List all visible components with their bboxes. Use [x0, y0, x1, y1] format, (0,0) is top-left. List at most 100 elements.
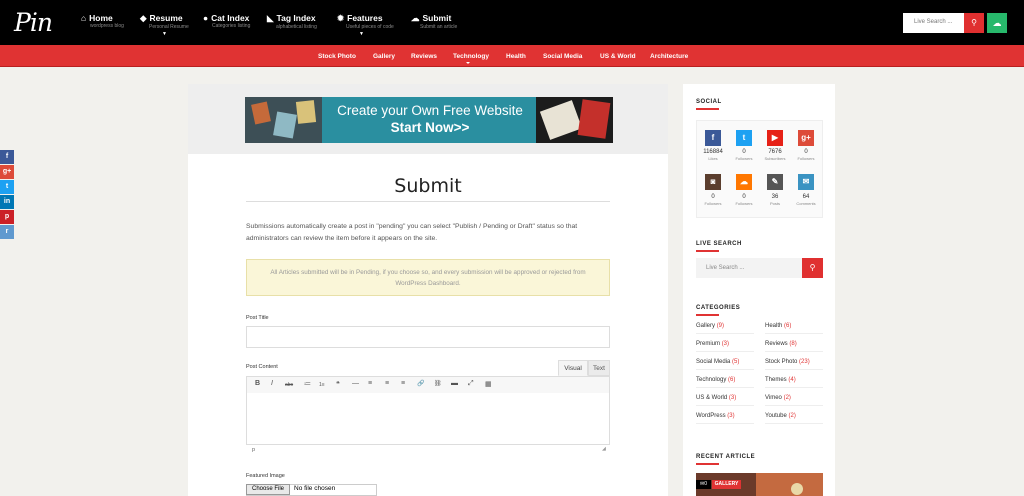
- site-logo[interactable]: Pin: [14, 8, 53, 37]
- tab-text[interactable]: Text: [588, 360, 610, 376]
- category-link-reviews[interactable]: Reviews: [411, 53, 437, 60]
- nav-label: Tag Index: [276, 13, 316, 23]
- chevron-down-icon: ▼: [359, 31, 364, 37]
- align-center-icon[interactable]: ≡: [385, 380, 389, 387]
- header-bar: Pin ⌂ Home wordpress blog ◆ Resume Persona…: [0, 0, 1024, 45]
- soundcloud-icon[interactable]: ☁: [736, 174, 752, 190]
- category-item[interactable]: Gallery (9): [696, 323, 754, 334]
- remove-link-icon[interactable]: ⛓: [434, 380, 442, 387]
- nav-sub: Submit an article: [420, 24, 458, 30]
- nav-sub: Categories listing: [212, 23, 251, 29]
- social-count: 0: [742, 194, 746, 200]
- cloud-upload-icon[interactable]: ☁: [987, 13, 1007, 33]
- category-item[interactable]: Youtube (2): [765, 413, 823, 424]
- category-link-gallery[interactable]: Gallery: [373, 53, 395, 60]
- insert-link-icon[interactable]: 🔗: [417, 380, 424, 387]
- category-link-social-media[interactable]: Social Media: [543, 53, 582, 60]
- pinterest-share-icon[interactable]: p: [0, 210, 14, 224]
- nav-submit[interactable]: ☁ Submit Submit an article: [411, 13, 457, 30]
- horizontal-line-icon[interactable]: —: [352, 380, 359, 387]
- choose-file-button[interactable]: Choose File: [246, 484, 290, 495]
- recent-article-title: RECENT ARTICLE: [696, 454, 756, 460]
- category-item[interactable]: Vimeo (2): [765, 395, 823, 406]
- category-link-technology[interactable]: Technology: [453, 53, 489, 64]
- category-item[interactable]: Reviews (8): [765, 341, 823, 352]
- category-count: (6): [728, 377, 736, 383]
- fullscreen-icon[interactable]: ⤢: [468, 380, 474, 388]
- category-item[interactable]: Health (6): [765, 323, 823, 334]
- category-link-us-world[interactable]: US & World: [600, 53, 636, 60]
- ad-right-image: [536, 97, 613, 143]
- google-plus-share-icon[interactable]: g+: [0, 165, 14, 179]
- resize-handle-icon[interactable]: ◢: [602, 446, 606, 452]
- category-item[interactable]: Technology (6): [696, 377, 754, 388]
- nav-cat-index[interactable]: ● Cat Index Categories listing: [203, 13, 250, 29]
- recent-article-category[interactable]: GALLERY: [712, 480, 741, 489]
- comment-count-badge: ✉0: [696, 480, 711, 489]
- search-icon[interactable]: ⚲: [964, 13, 984, 33]
- nav-resume[interactable]: ◆ Resume Personal Resume ▼: [140, 13, 189, 37]
- numbered-list-icon[interactable]: 1≡: [319, 382, 325, 388]
- ad-banner[interactable]: Create your Own Free Website Start Now>>: [245, 97, 613, 143]
- facebook-icon[interactable]: f: [705, 130, 721, 146]
- title-underline: [696, 463, 719, 465]
- category-count: (23): [799, 359, 810, 365]
- search-icon[interactable]: ⚲: [802, 258, 823, 278]
- category-item[interactable]: US & World (3): [696, 395, 754, 406]
- category-item[interactable]: Premium (3): [696, 341, 754, 352]
- reddit-share-icon[interactable]: r: [0, 225, 14, 239]
- category-link-health[interactable]: Health: [506, 53, 526, 60]
- category-link-architecture[interactable]: Architecture: [650, 53, 688, 60]
- nav-tag-index[interactable]: ◣ Tag Index alphabetical listing: [267, 13, 317, 30]
- strikethrough-icon[interactable]: abc: [285, 382, 293, 388]
- google-plus-icon[interactable]: g+: [798, 130, 814, 146]
- comment-icon[interactable]: ✉: [798, 174, 814, 190]
- instagram-icon[interactable]: ◙: [705, 174, 721, 190]
- youtube-icon[interactable]: ▶: [767, 130, 783, 146]
- align-left-icon[interactable]: ≡: [368, 380, 372, 387]
- nav-features[interactable]: ✹ Features Useful pieces of code ▼: [337, 13, 394, 37]
- nav-home[interactable]: ⌂ Home wordpress blog: [81, 13, 124, 29]
- facebook-share-icon[interactable]: f: [0, 150, 14, 164]
- social-counter-box: f 116884 Likes t 0 Followers ▶ 7676 Subs…: [696, 120, 823, 218]
- category-item[interactable]: Stock Photo (23): [765, 359, 823, 370]
- blockquote-icon[interactable]: ❝: [336, 380, 340, 388]
- read-more-icon[interactable]: ▬: [451, 380, 458, 387]
- nav-label: Home: [89, 13, 113, 23]
- bold-icon[interactable]: B: [255, 380, 260, 387]
- align-right-icon[interactable]: ≡: [401, 380, 405, 387]
- intro-text: Submissions automatically create a post …: [246, 223, 578, 242]
- header-search-input[interactable]: Live Search ...: [903, 13, 964, 33]
- post-title-input[interactable]: [246, 326, 610, 348]
- italic-icon[interactable]: I: [271, 380, 273, 387]
- category-name: Social Media: [696, 359, 731, 365]
- category-item[interactable]: WordPress (3): [696, 413, 754, 424]
- category-item[interactable]: Social Media (5): [696, 359, 754, 370]
- pencil-icon[interactable]: ✎: [767, 174, 783, 190]
- social-count: 0: [711, 194, 715, 200]
- nav-sub: alphabetical listing: [276, 24, 317, 30]
- category-count: (3): [721, 341, 730, 347]
- category-name: Vimeo: [765, 395, 782, 401]
- tab-visual[interactable]: Visual: [558, 360, 588, 376]
- toolbar-toggle-icon[interactable]: ▦: [485, 380, 492, 388]
- file-status: No file chosen: [294, 485, 336, 492]
- social-widget-title: SOCIAL: [696, 99, 722, 105]
- social-count: 0: [742, 149, 746, 155]
- social-count: 116884: [703, 149, 723, 155]
- sidebar-search-input[interactable]: Live Search ...: [696, 258, 802, 278]
- category-link-stock-photo[interactable]: Stock Photo: [318, 53, 356, 60]
- title-divider: [246, 201, 610, 202]
- category-item[interactable]: Themes (4): [765, 377, 823, 388]
- linkedin-share-icon[interactable]: in: [0, 195, 14, 209]
- category-count: (8): [789, 341, 797, 347]
- editor-toolbar: B I abc ≔ 1≡ ❝ — ≡ ≡ ≡ 🔗 ⛓ ▬ ⤢ ▦: [246, 376, 610, 394]
- twitter-icon[interactable]: t: [736, 130, 752, 146]
- category-bar: Stock Photo Gallery Reviews Technology H…: [0, 45, 1024, 67]
- bulleted-list-icon[interactable]: ≔: [304, 380, 311, 388]
- social-count: 64: [802, 194, 810, 200]
- social-label: Followers: [735, 201, 753, 206]
- post-content-editor[interactable]: [246, 393, 610, 445]
- main-content: Create your Own Free Website Start Now>>…: [188, 84, 668, 496]
- twitter-share-icon[interactable]: t: [0, 180, 14, 194]
